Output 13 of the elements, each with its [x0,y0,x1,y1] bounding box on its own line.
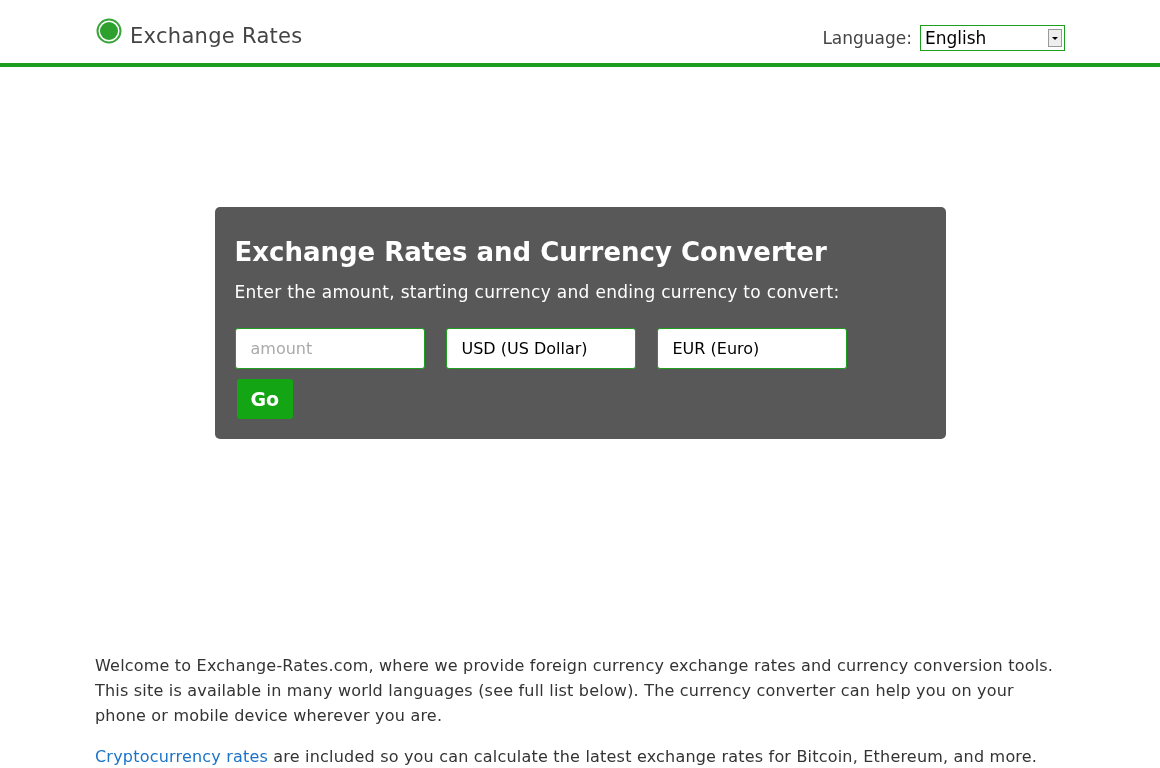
intro-paragraph: Welcome to Exchange-Rates.com, where we provide foreign currency exchange rates and currency conversion tools. This site is available in many world languages (see full list below). The currency converter can help you on your phone or mobile device wherever you are. [95,655,1055,727]
caret-icon [1048,28,1062,47]
crypto-link[interactable]: Cryptocurrency rates [95,747,269,766]
amount-field[interactable]: amount [234,328,425,369]
language-select[interactable]: English [920,24,1065,51]
crypto-paragraph: Cryptocurrency rates are included so you can calculate the latest exchange rates for Bitcoin, Ethereum, and more. [95,746,1039,768]
currency-select[interactable]: EUR (Euro) [656,328,847,369]
converter-title: Exchange Rates and Currency Converter [234,237,828,267]
logo-icon [96,17,122,44]
instructions-text: Enter the amount, starting currency and ending currency to convert: [234,282,841,302]
language-label: Language: [822,27,912,48]
site-title[interactable]: Exchange Rates [130,23,303,48]
currency-select[interactable]: USD (US Dollar) [445,328,636,369]
